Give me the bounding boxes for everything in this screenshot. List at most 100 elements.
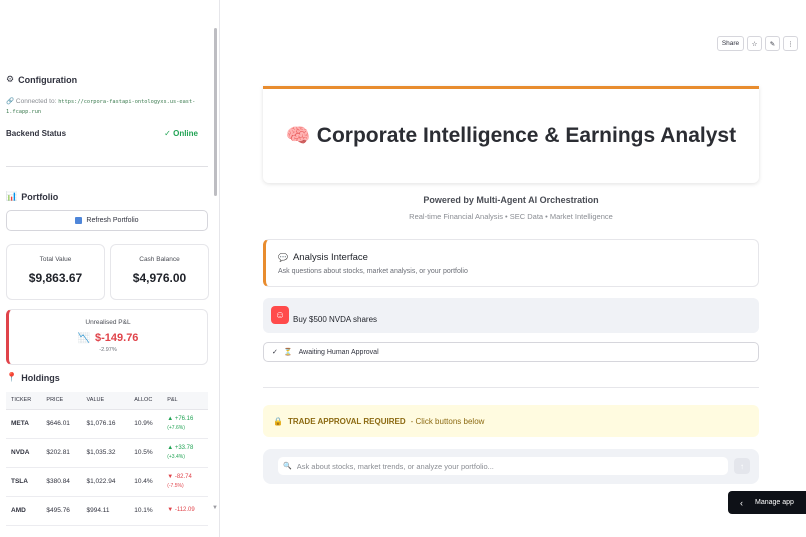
- table-row: META $646.01 $1,076.16 10.9% ▲ +76.16 (+…: [6, 409, 208, 439]
- search-icon: 🔍: [283, 463, 292, 470]
- main-divider: [263, 387, 759, 388]
- column-header[interactable]: P&L: [162, 392, 208, 410]
- portfolio-heading: 📊 Portfolio: [6, 191, 58, 202]
- link-icon: 🔗: [6, 98, 15, 105]
- page-title: 🧠 Corporate Intelligence & Earnings Analy…: [286, 121, 736, 151]
- table-header-row: TICKER PRICE VALUE ALLOC P&L: [6, 392, 208, 410]
- metric-value: $4,976.00: [132, 271, 187, 285]
- pencil-icon[interactable]: ✎: [765, 36, 780, 51]
- hourglass-icon: ⏳: [283, 349, 293, 356]
- value-cell: $1,022.94: [81, 467, 130, 497]
- metric-label: Total Value: [39, 256, 72, 263]
- chat-message-text: Buy $500 NVDA shares: [293, 315, 378, 324]
- pnl-cell: ▼ -82.74 (-7.5%): [162, 467, 208, 497]
- trade-banner-bold: TRADE APPROVAL REQUIRED: [287, 416, 406, 426]
- page-subtitle: Real-time Financial Analysis • SEC Data …: [409, 212, 613, 221]
- pnl-amount: ▼ -112.09: [167, 507, 195, 513]
- holdings-title: Holdings: [21, 372, 60, 383]
- brain-icon: 🧠: [285, 125, 311, 147]
- bar-chart-icon: 📊: [6, 191, 18, 201]
- connection-info: 🔗 Connected to: https://corpora-fastapi-…: [6, 97, 211, 117]
- value-cell: $1,035.32: [81, 438, 130, 468]
- connection-label: Connected to:: [15, 98, 57, 105]
- ticker-cell: NVDA: [6, 438, 42, 468]
- manage-app-button[interactable]: ‹ Manage app: [728, 491, 806, 514]
- column-header[interactable]: ALLOC: [129, 392, 163, 410]
- send-button[interactable]: ↑: [734, 458, 750, 474]
- value-cell: $994.11: [81, 496, 130, 526]
- scroll-down-icon[interactable]: ▼: [212, 505, 218, 511]
- share-button[interactable]: Share: [717, 36, 744, 51]
- alloc-cell: 10.9%: [129, 409, 163, 439]
- metric-cash-balance: Cash Balance $4,976.00: [110, 244, 209, 300]
- price-cell: $202.81: [41, 438, 82, 468]
- speech-bubble-icon: 💬: [278, 253, 288, 262]
- bot-avatar-icon: ☺: [271, 306, 289, 324]
- backend-status-label: Backend Status: [6, 129, 67, 138]
- table-row: TSLA $380.84 $1,022.94 10.4% ▼ -82.74 (-…: [6, 467, 208, 497]
- analysis-subtitle: Ask questions about stocks, market analy…: [278, 268, 468, 275]
- approval-status-text: Awaiting Human Approval: [298, 348, 379, 356]
- configuration-title: Configuration: [18, 74, 78, 85]
- more-vertical-icon[interactable]: ⋮: [783, 36, 798, 51]
- chat-message: ☺ Buy $500 NVDA shares: [263, 298, 759, 333]
- pnl-value: $-149.76: [95, 332, 139, 344]
- backend-status-value: ✓ Online: [164, 129, 198, 138]
- gear-icon: ⚙: [6, 74, 15, 84]
- trade-banner-text: - Click buttons below: [410, 416, 485, 426]
- pin-icon: 📍: [6, 372, 18, 382]
- pnl-pct: (-7.5%): [167, 482, 184, 489]
- pnl-label: Unrealised P&L: [85, 319, 131, 326]
- trade-approval-banner: 🔒 TRADE APPROVAL REQUIRED - Click button…: [263, 405, 759, 437]
- ticker-cell: TSLA: [6, 467, 42, 497]
- chat-input-wrapper[interactable]: 🔍: [278, 457, 728, 475]
- value-cell: $1,076.16: [81, 409, 130, 439]
- table-row: AMD $495.76 $994.11 10.1% ▼ -112.09: [6, 496, 208, 526]
- pnl-value-row: 📉 $-149.76: [9, 332, 207, 344]
- manage-app-label: Manage app: [755, 499, 794, 506]
- title-card: 🧠 Corporate Intelligence & Earnings Analy…: [263, 86, 759, 183]
- metric-value: $9,863.67: [28, 271, 83, 285]
- alloc-cell: 10.4%: [129, 467, 163, 497]
- alloc-cell: 10.1%: [129, 496, 163, 526]
- column-header[interactable]: VALUE: [81, 392, 130, 410]
- pnl-amount: ▼ -82.74: [167, 473, 192, 480]
- refresh-portfolio-label: Refresh Portfolio: [86, 217, 139, 224]
- ticker-cell: META: [6, 409, 42, 439]
- sidebar-scrollbar[interactable]: [214, 28, 217, 196]
- pnl-cell: ▼ -112.09: [162, 496, 208, 526]
- pnl-cell: ▲ +33.78 (+3.4%): [162, 438, 208, 468]
- analysis-interface-card: 💬 Analysis Interface Ask questions about…: [263, 239, 759, 287]
- backend-status-row: Backend Status ✓ Online: [6, 129, 198, 138]
- pnl-amount: ▲ +76.16: [167, 415, 194, 422]
- chevron-left-icon: ‹: [740, 497, 743, 508]
- column-header[interactable]: PRICE: [41, 392, 82, 410]
- star-icon[interactable]: ☆: [747, 36, 762, 51]
- app-toolbar: Share ☆ ✎ ⋮: [717, 36, 798, 51]
- pnl-cell: ▲ +76.16 (+7.6%): [162, 409, 208, 439]
- pnl-amount: ▲ +33.78: [167, 444, 194, 451]
- ticker-cell: AMD: [6, 496, 42, 526]
- pnl-percent: -2.97%: [99, 347, 117, 353]
- unrealised-pnl-card: Unrealised P&L 📉 $-149.76 -2.97%: [6, 309, 208, 365]
- price-cell: $495.76: [41, 496, 82, 526]
- holdings-heading: 📍 Holdings: [6, 372, 60, 383]
- table-row: NVDA $202.81 $1,035.32 10.5% ▲ +33.78 (+…: [6, 438, 208, 468]
- chat-input[interactable]: [296, 461, 717, 471]
- sidebar: ▼ ⚙ Configuration 🔗 Connected to: https:…: [0, 0, 220, 537]
- approval-status-expander[interactable]: ✓ ⏳ Awaiting Human Approval: [263, 342, 759, 362]
- refresh-portfolio-button[interactable]: Refresh Portfolio: [6, 210, 208, 231]
- lock-icon: 🔒: [273, 416, 283, 426]
- chart-down-icon: 📉: [77, 332, 90, 344]
- pnl-pct: (+3.4%): [167, 453, 185, 460]
- analysis-title: Analysis Interface: [292, 252, 368, 263]
- configuration-heading: ⚙ Configuration: [6, 74, 77, 85]
- page-title-text: Corporate Intelligence & Earnings Analys…: [316, 124, 737, 147]
- sidebar-divider: [6, 166, 208, 167]
- pnl-pct: (+7.6%): [167, 424, 185, 431]
- price-cell: $646.01: [41, 409, 82, 439]
- chat-input-bar: 🔍 ↑: [263, 449, 759, 484]
- holdings-table: TICKER PRICE VALUE ALLOC P&L META $646.0…: [6, 392, 208, 526]
- column-header[interactable]: TICKER: [6, 392, 42, 410]
- alloc-cell: 10.5%: [129, 438, 163, 468]
